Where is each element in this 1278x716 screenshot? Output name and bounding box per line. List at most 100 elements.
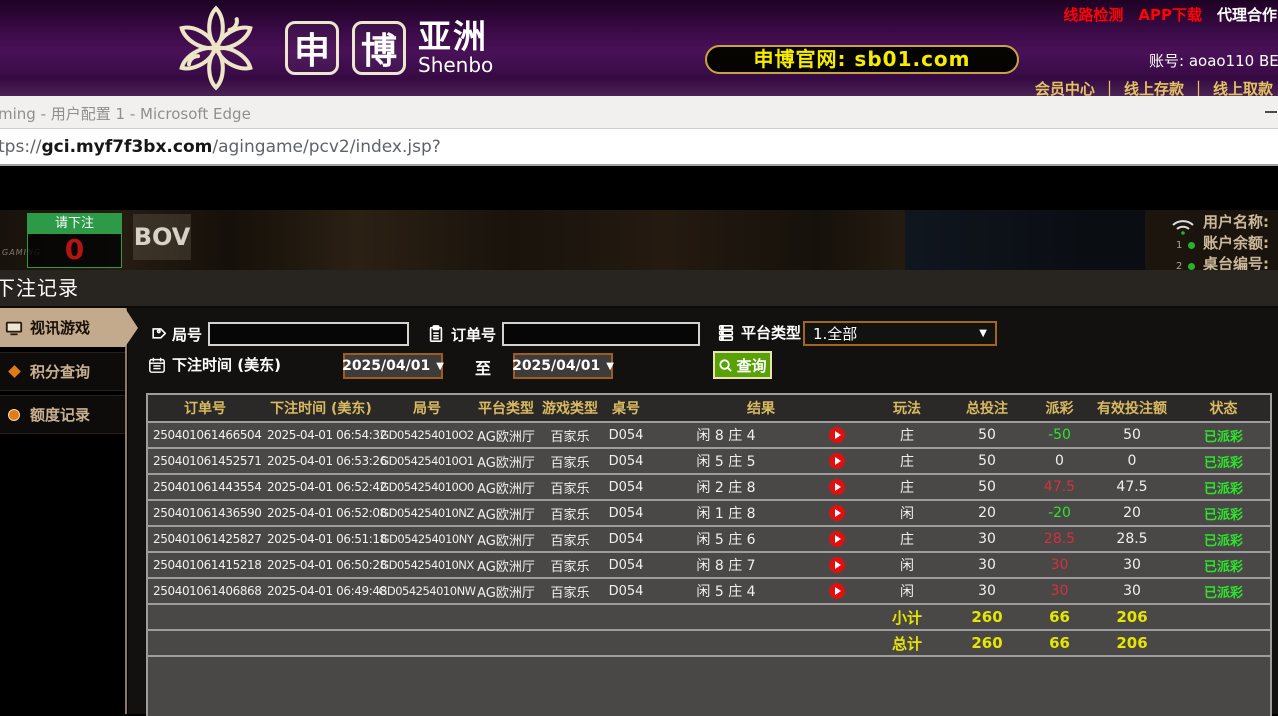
column-header: 玩法: [872, 395, 942, 421]
tag-icon: [148, 325, 166, 343]
platform-icon: [717, 324, 735, 342]
subtotal-row: 小计 260 66 206: [148, 603, 1270, 629]
address-bar[interactable]: tps://gci.myf7f3bx.com/agingame/pcv2/ind…: [0, 129, 1278, 166]
platform-filter: 平台类型: [717, 322, 801, 343]
window-titlebar: ming - 用户配置 1 - Microsoft Edge: [0, 96, 1278, 129]
play-video-button[interactable]: [829, 505, 845, 521]
cell-platform: AG欧洲厅: [474, 579, 538, 603]
bov-brand: BOV: [133, 214, 191, 260]
cell-round-id: GD054254010O0: [380, 475, 474, 499]
cell-total-bet: 50: [942, 475, 1032, 499]
sidebar-item-points-query[interactable]: 积分查询: [0, 352, 125, 391]
link-app-download[interactable]: APP下载: [1138, 4, 1202, 25]
query-button[interactable]: 查询: [713, 351, 772, 379]
window-title: ming - 用户配置 1 - Microsoft Edge: [0, 103, 251, 124]
cell-game-type: 百家乐: [538, 423, 602, 447]
bet-prompt: 请下注: [28, 214, 121, 234]
cell-game-type: 百家乐: [538, 553, 602, 577]
player-info: 用户名称: 账户余额: 桌台编号:: [1203, 212, 1269, 270]
cell-status: 已派彩: [1177, 423, 1270, 447]
cell-total-bet: 30: [942, 527, 1032, 551]
cell-replay: [802, 527, 872, 551]
cell-round-id: GD054254010O1: [380, 449, 474, 473]
site-header: 线路检测 APP下载 代理合作 申 博 亚洲: [0, 0, 1278, 96]
cell-status: 已派彩: [1177, 449, 1270, 473]
cell-platform: AG欧洲厅: [474, 423, 538, 447]
official-site-banner[interactable]: 申博官网: sb01.com: [705, 45, 1019, 74]
cell-total-bet: 20: [942, 501, 1032, 525]
cell-play-type: 闲: [872, 501, 942, 525]
bet-countdown-box: 请下注 0: [27, 213, 122, 268]
cell-order-number: 250401061443554: [148, 475, 262, 499]
cell-status: 已派彩: [1177, 475, 1270, 499]
total-row: 总计 260 66 206: [148, 629, 1270, 655]
table-row: 250401061406868 2025-04-01 06:49:48 GD05…: [148, 577, 1270, 603]
chevron-down-icon: ▼: [606, 361, 614, 372]
logo-char-shen: 申: [285, 21, 339, 75]
column-header: 游戏类型: [538, 395, 602, 421]
table-row: 250401061425827 2025-04-01 06:51:18 GD05…: [148, 525, 1270, 551]
status-dot: [1188, 263, 1195, 270]
cell-result: 闲 1 庄 8: [650, 501, 802, 525]
total-label: 总计: [872, 631, 942, 655]
minimize-icon[interactable]: [1265, 111, 1277, 113]
cell-platform: AG欧洲厅: [474, 553, 538, 577]
cell-total-bet: 30: [942, 579, 1032, 603]
column-header: 状态: [1177, 395, 1270, 421]
play-video-button[interactable]: [829, 453, 845, 469]
play-video-button[interactable]: [829, 583, 845, 599]
black-strip: [0, 166, 1278, 210]
cell-round-id: GD054254010NZ: [380, 501, 474, 525]
column-header: 桌号: [602, 395, 650, 421]
cell-payout: 47.5: [1032, 475, 1087, 499]
round-input[interactable]: [208, 322, 409, 346]
play-icon: [835, 535, 841, 543]
active-arrow-icon: [125, 308, 138, 347]
cell-order-number: 250401061466504: [148, 423, 262, 447]
link-agent-coop[interactable]: 代理合作: [1217, 4, 1277, 25]
countdown-value: 0: [28, 234, 121, 267]
cell-total-bet: 50: [942, 449, 1032, 473]
cell-bet-time: 2025-04-01 06:54:32: [262, 423, 380, 447]
play-video-button[interactable]: [829, 427, 845, 443]
cell-round-id: GD054254010NW: [380, 579, 474, 603]
url-text[interactable]: tps://gci.myf7f3bx.com/agingame/pcv2/ind…: [0, 137, 441, 157]
table-header-row: 订单号下注时间 (美东)局号平台类型游戏类型桌号结果玩法总投注派彩有效投注额状态: [148, 395, 1270, 421]
empty-row: [148, 655, 1270, 716]
cell-valid-bet: 28.5: [1087, 527, 1177, 551]
play-video-button[interactable]: [829, 479, 845, 495]
table-row: 250401061466504 2025-04-01 06:54:32 GD05…: [148, 421, 1270, 447]
column-header: 下注时间 (美东): [262, 395, 380, 421]
cell-table-number: D054: [602, 527, 650, 551]
page-title-bar: 下注记录: [0, 270, 1278, 308]
sidebar-item-video-games[interactable]: 视讯游戏: [0, 308, 125, 347]
cell-replay: [802, 553, 872, 577]
play-video-button[interactable]: [829, 557, 845, 573]
star-icon: [5, 364, 23, 380]
cell-platform: AG欧洲厅: [474, 501, 538, 525]
platform-select[interactable]: 1.全部 ▼: [803, 321, 997, 346]
cell-payout: 30: [1032, 579, 1087, 603]
column-header: 有效投注额: [1087, 395, 1177, 421]
cell-bet-time: 2025-04-01 06:52:08: [262, 501, 380, 525]
cell-play-type: 闲: [872, 553, 942, 577]
link-line-check[interactable]: 线路检测: [1063, 4, 1123, 25]
balance-label: 账户余额:: [1203, 233, 1269, 254]
main-area: 视讯游戏 积分查询 额度记录 局号: [0, 308, 1278, 714]
cell-valid-bet: 20: [1087, 501, 1177, 525]
cell-table-number: D054: [602, 475, 650, 499]
logo-region-text: 亚洲: [418, 20, 493, 55]
date-from-select[interactable]: 2025/04/01 ▼: [343, 353, 443, 379]
cell-bet-time: 2025-04-01 06:53:26: [262, 449, 380, 473]
total-valid: 206: [1087, 631, 1177, 655]
date-to-select[interactable]: 2025/04/01 ▼: [513, 353, 613, 379]
column-header: 平台类型: [474, 395, 538, 421]
bet-records-table: 订单号下注时间 (美东)局号平台类型游戏类型桌号结果玩法总投注派彩有效投注额状态…: [146, 393, 1272, 716]
cell-result: 闲 5 庄 6: [650, 527, 802, 551]
play-video-button[interactable]: [829, 531, 845, 547]
order-input[interactable]: [502, 322, 700, 346]
cell-total-bet: 30: [942, 553, 1032, 577]
cell-platform: AG欧洲厅: [474, 527, 538, 551]
sidebar-item-credit-records[interactable]: 额度记录: [0, 395, 125, 434]
subtotal-bet: 260: [942, 605, 1032, 629]
